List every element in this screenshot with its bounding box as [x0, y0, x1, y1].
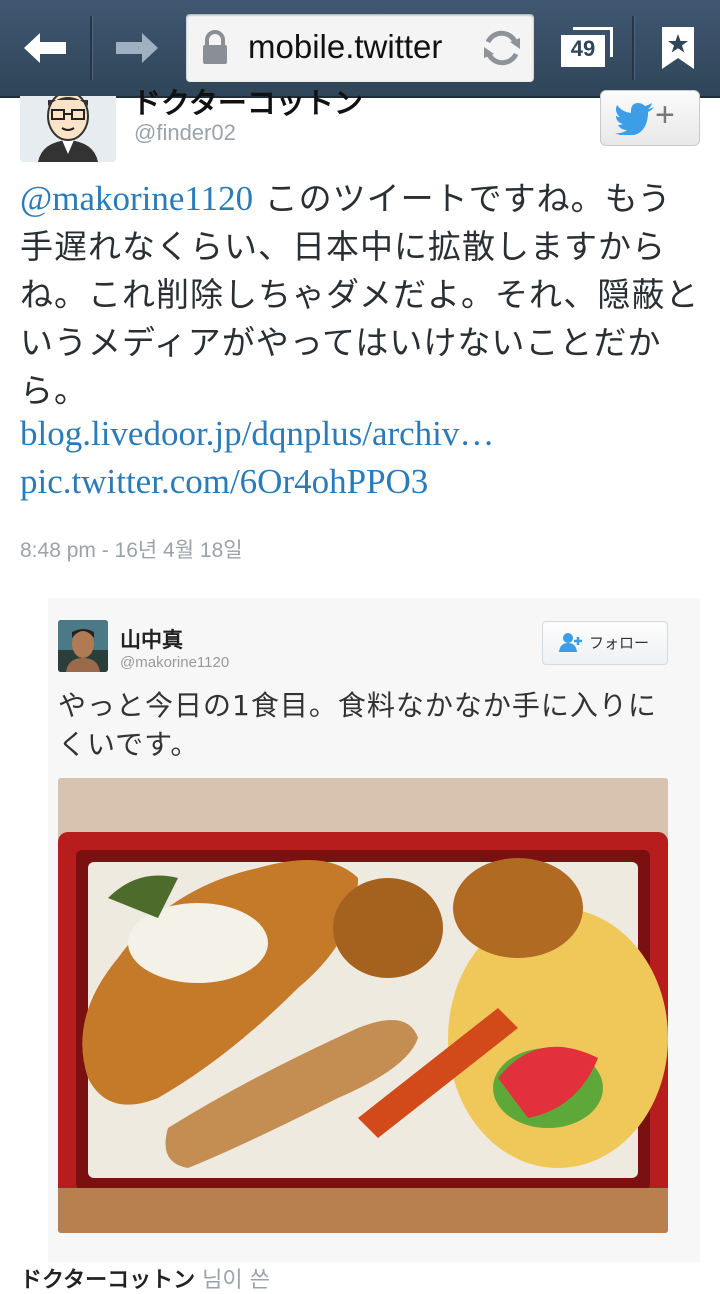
back-button[interactable]	[0, 0, 90, 96]
tab-count: 49	[570, 36, 596, 61]
url-text: mobile.twitter	[248, 28, 443, 65]
bento-photo	[58, 778, 668, 1233]
tabs-button[interactable]: 49	[548, 0, 628, 96]
bookmark-icon	[662, 27, 694, 69]
reload-icon[interactable]	[480, 26, 524, 70]
next-author-suffix: 님이 쓴	[195, 1268, 270, 1293]
back-arrow-icon	[24, 33, 66, 63]
follow-button[interactable]: +	[600, 90, 700, 146]
embedded-author-name: 山中真	[120, 628, 183, 652]
embedded-tweet-image[interactable]: 山中真 @makorine1120 フォロー やっと今日の1食目。食料なかなか手…	[48, 598, 700, 1262]
lock-icon	[203, 30, 227, 64]
embedded-author-handle: @makorine1120	[120, 654, 230, 671]
forward-arrow-icon	[116, 33, 158, 63]
pic-link[interactable]: pic.twitter.com/6Or4ohPPO3	[20, 462, 428, 502]
next-tweet-header: ドクターコットン 님이 쓴	[20, 1262, 270, 1294]
embedded-avatar	[58, 620, 108, 672]
embedded-follow-button: フォロー	[542, 621, 668, 665]
embedded-follow-label: フォロー	[589, 634, 650, 652]
tweet-timestamp[interactable]: 8:48 pm - 16년 4월 18일	[20, 534, 243, 564]
next-author-name[interactable]: ドクターコットン	[20, 1268, 195, 1293]
address-bar[interactable]: mobile.twitter	[186, 14, 534, 82]
toolbar-divider	[632, 16, 634, 80]
twitter-bird-icon	[615, 103, 654, 135]
author-avatar[interactable]	[20, 96, 116, 162]
author-name[interactable]: ドクターコットン	[132, 80, 363, 122]
mention-link[interactable]: @makorine1120	[20, 179, 253, 218]
blog-link[interactable]: blog.livedoor.jp/dqnplus/archiv…	[20, 414, 494, 454]
plus-icon: +	[655, 96, 675, 134]
bookmark-button[interactable]	[636, 0, 720, 96]
tweet-text: @makorine1120 このツイートですね。もう手遅れなくらい、日本中に拡散…	[20, 175, 700, 415]
author-handle[interactable]: @finder02	[134, 120, 236, 146]
add-user-icon	[559, 633, 582, 652]
tabs-icon: 49	[561, 27, 615, 69]
embedded-tweet-text: やっと今日の1食目。食料なかなか手に入りにくいです。	[58, 689, 657, 761]
